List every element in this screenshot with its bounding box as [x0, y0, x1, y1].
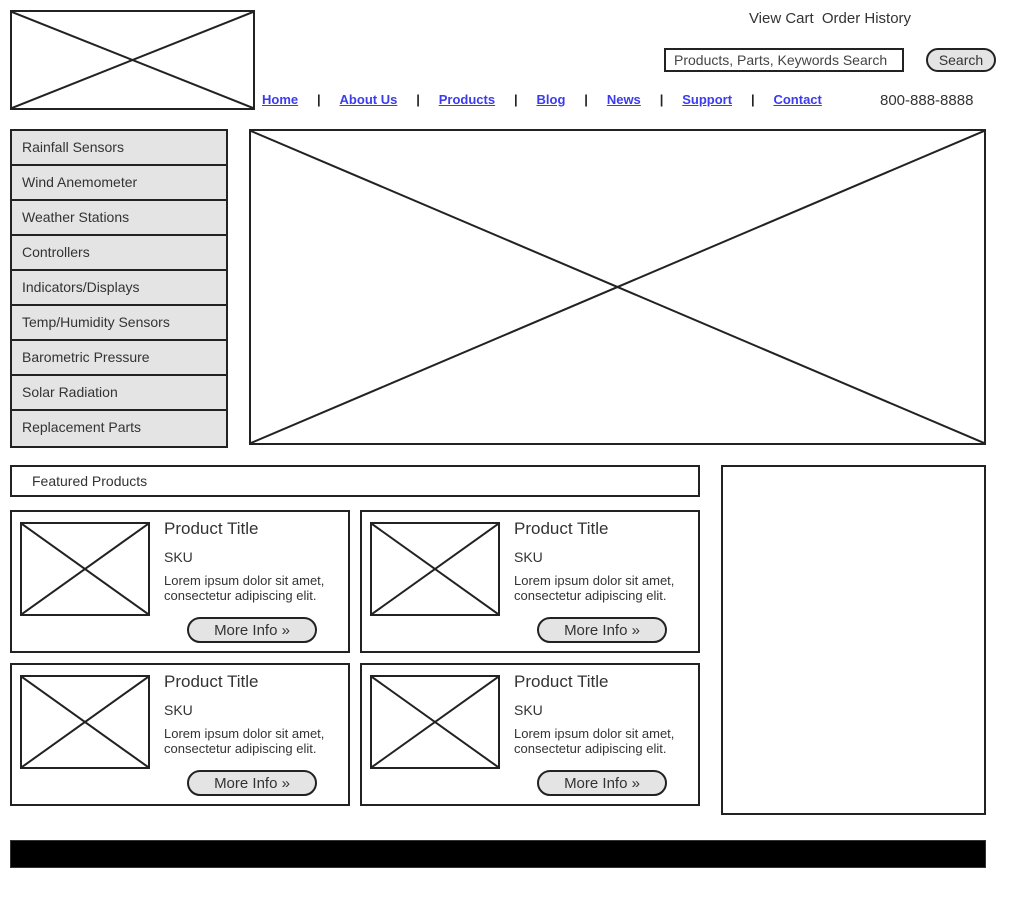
nav-separator: | [513, 92, 518, 107]
nav-separator: | [750, 92, 755, 107]
nav-item-support[interactable]: Support [682, 92, 732, 107]
nav-separator: | [416, 92, 420, 107]
nav-item-contact[interactable]: Contact [773, 92, 821, 107]
product-card[interactable]: Product Title SKU Lorem ipsum dolor sit … [10, 510, 350, 653]
search-input[interactable] [664, 48, 904, 72]
product-card-body: Product Title SKU Lorem ipsum dolor sit … [150, 672, 340, 796]
sidebar-item-controllers[interactable]: Controllers [12, 236, 226, 271]
logo-placeholder[interactable] [10, 10, 255, 110]
featured-products-grid: Product Title SKU Lorem ipsum dolor sit … [10, 510, 700, 806]
product-card-body: Product Title SKU Lorem ipsum dolor sit … [500, 672, 690, 796]
promo-panel-placeholder[interactable] [721, 465, 986, 815]
product-title: Product Title [514, 519, 609, 538]
product-description: Lorem ipsum dolor sit amet, consectetur … [514, 725, 675, 757]
product-image-placeholder [370, 522, 500, 616]
nav-separator: | [317, 92, 321, 107]
page-header: View Cart Order History Search Home | Ab… [0, 0, 1019, 120]
more-info-button[interactable]: More Info » [537, 770, 667, 796]
nav-separator: | [584, 92, 588, 107]
nav-item-news[interactable]: News [607, 92, 641, 107]
product-card-body: Product Title SKU Lorem ipsum dolor sit … [500, 519, 690, 643]
product-image-placeholder [20, 522, 150, 616]
product-description: Lorem ipsum dolor sit amet, consectetur … [514, 572, 675, 604]
product-title: Product Title [514, 672, 609, 691]
view-cart-link[interactable]: View Cart [747, 10, 816, 27]
nav-item-about-us[interactable]: About Us [340, 92, 398, 107]
nav-separator: | [659, 92, 664, 107]
product-description: Lorem ipsum dolor sit amet, consectetur … [164, 572, 325, 604]
nav-item-blog[interactable]: Blog [537, 92, 566, 107]
sidebar-item-weather-stations[interactable]: Weather Stations [12, 201, 226, 236]
sidebar-item-indicators-displays[interactable]: Indicators/Displays [12, 271, 226, 306]
product-sku: SKU [164, 701, 193, 718]
product-title: Product Title [164, 519, 259, 538]
product-card[interactable]: Product Title SKU Lorem ipsum dolor sit … [10, 663, 350, 806]
product-sku: SKU [164, 548, 193, 565]
sidebar-item-rainfall-sensors[interactable]: Rainfall Sensors [12, 131, 226, 166]
product-description: Lorem ipsum dolor sit amet, consectetur … [164, 725, 325, 757]
hero-banner-placeholder[interactable] [249, 129, 986, 445]
footer-bar [10, 840, 986, 868]
nav-item-home[interactable]: Home [262, 92, 298, 107]
category-sidebar: Rainfall Sensors Wind Anemometer Weather… [10, 129, 228, 448]
sidebar-item-solar-radiation[interactable]: Solar Radiation [12, 376, 226, 411]
product-card-body: Product Title SKU Lorem ipsum dolor sit … [150, 519, 340, 643]
search-row: Search [664, 48, 996, 72]
search-button[interactable]: Search [926, 48, 996, 72]
more-info-button[interactable]: More Info » [187, 770, 317, 796]
product-sku: SKU [514, 548, 543, 565]
nav-item-products[interactable]: Products [439, 92, 495, 107]
product-title: Product Title [164, 672, 259, 691]
sidebar-item-barometric-pressure[interactable]: Barometric Pressure [12, 341, 226, 376]
order-history-link[interactable]: Order History [820, 10, 913, 27]
account-links: View Cart Order History [660, 10, 1000, 27]
product-card[interactable]: Product Title SKU Lorem ipsum dolor sit … [360, 663, 700, 806]
product-image-placeholder [20, 675, 150, 769]
more-info-button[interactable]: More Info » [187, 617, 317, 643]
phone-number: 800-888-8888 [880, 92, 974, 109]
featured-products-heading: Featured Products [10, 465, 700, 497]
product-card[interactable]: Product Title SKU Lorem ipsum dolor sit … [360, 510, 700, 653]
main-navigation: Home | About Us | Products | Blog | News… [262, 92, 822, 107]
sidebar-item-replacement-parts[interactable]: Replacement Parts [12, 411, 226, 446]
more-info-button[interactable]: More Info » [537, 617, 667, 643]
product-sku: SKU [514, 701, 543, 718]
sidebar-item-temp-humidity-sensors[interactable]: Temp/Humidity Sensors [12, 306, 226, 341]
sidebar-item-wind-anemometer[interactable]: Wind Anemometer [12, 166, 226, 201]
product-image-placeholder [370, 675, 500, 769]
